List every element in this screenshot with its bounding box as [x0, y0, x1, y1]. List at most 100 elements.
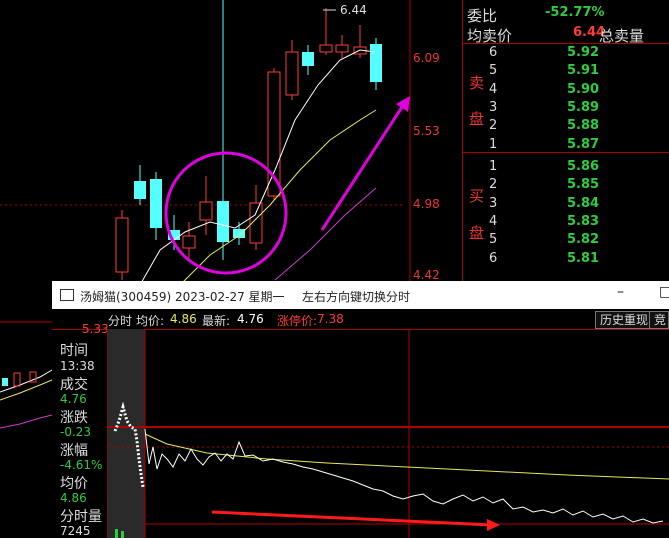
buy-row: 1 5.86 — [463, 159, 669, 176]
avgp-value: 4.86 — [60, 491, 87, 505]
intraday-popup[interactable]: 汤姆猫(300459) 2023-02-27 星期一 左右方向键切换分时 – □… — [52, 281, 669, 538]
change-value: -0.23 — [60, 425, 92, 439]
buy-price: 5.83 — [567, 213, 600, 229]
ratio-label: 委比 — [467, 7, 498, 25]
buy-row: 2 5.85 — [463, 177, 669, 194]
volume-bar — [115, 529, 118, 538]
buy-level: 1 — [489, 159, 498, 174]
sell-row: 3 5.89 — [463, 100, 669, 117]
buy-level: 6 — [489, 250, 498, 266]
price-tick: 4.98 — [413, 197, 440, 211]
sell-level: 6 — [489, 45, 498, 60]
sell-row: 4 5.90 — [463, 82, 669, 99]
buy-row: 6 5.81 — [463, 251, 669, 268]
buy-price: 5.85 — [567, 177, 600, 193]
annotation-arrow-head — [396, 96, 410, 112]
sell-price: 5.92 — [567, 45, 600, 60]
sell-price: 5.88 — [567, 118, 600, 134]
buy-level: 2 — [489, 177, 498, 193]
price-tick: 6.09 — [413, 51, 440, 65]
high-price-label: 6.44 — [340, 3, 367, 17]
vol-value: 7245 — [60, 524, 91, 538]
sell-level: 2 — [489, 118, 498, 134]
sell-level: 4 — [489, 81, 498, 97]
tab-intraday[interactable]: 分时 — [108, 312, 132, 329]
bid-button[interactable]: 竞 — [649, 311, 669, 329]
last-label: 最新: — [202, 314, 231, 328]
buy-level: 4 — [489, 213, 498, 229]
price-tick: 5.53 — [413, 124, 440, 138]
avg-sell-label: 均卖价 — [467, 27, 513, 45]
popup-titlebar[interactable]: 汤姆猫(300459) 2023-02-27 星期一 左右方向键切换分时 – □ — [52, 281, 669, 309]
buy-price: 5.82 — [567, 232, 600, 248]
sell-price: 5.91 — [567, 63, 600, 79]
candle — [217, 201, 229, 242]
sell-row: 1 5.87 — [463, 137, 669, 154]
annotation-arrow-head — [487, 519, 500, 531]
candle — [335, 44, 349, 53]
time-value: 13:38 — [60, 359, 95, 373]
maximize-button[interactable]: □ — [659, 284, 669, 300]
sell-row: 2 5.88 — [463, 118, 669, 135]
limit-label: 涨停价: — [277, 314, 318, 328]
avg-row: 均卖价 6.44 总卖量 — [463, 25, 669, 45]
annotation-arrow — [320, 103, 406, 231]
buy-level: 3 — [489, 195, 498, 211]
pct-label: 涨幅 — [60, 443, 88, 459]
candles — [115, 0, 382, 280]
pct-value: -4.61% — [60, 458, 103, 472]
sell-level: 5 — [489, 63, 498, 79]
vol-label: 分时量 — [60, 509, 102, 525]
popup-title: 汤姆猫(300459) 2023-02-27 星期一 — [80, 290, 285, 304]
candle — [233, 229, 245, 238]
history-replay-button[interactable]: 历史重现 — [595, 311, 654, 329]
volume-bar — [121, 531, 124, 538]
annotation-arrow — [211, 510, 493, 527]
minimize-button[interactable]: – — [617, 284, 624, 300]
buy-price: 5.86 — [567, 159, 600, 174]
candle — [319, 44, 333, 53]
buy-price: 5.84 — [567, 195, 600, 211]
buy-row: 4 5.83 — [463, 214, 669, 231]
ratio-row: 委比 -52.77% — [463, 5, 669, 25]
sell-price: 5.87 — [567, 136, 600, 152]
price-tick: 4.42 — [413, 268, 440, 282]
candle — [370, 44, 382, 82]
sell-level: 3 — [489, 99, 498, 115]
candle — [182, 235, 196, 249]
ratio-value: -52.77% — [545, 5, 605, 20]
intraday-chart[interactable] — [107, 329, 669, 538]
sell-level: 1 — [489, 136, 498, 152]
candle — [302, 52, 314, 66]
candle — [2, 378, 8, 386]
buy-price: 5.81 — [567, 250, 600, 266]
sell-row: 6 5.92 — [463, 45, 669, 62]
time-label: 时间 — [60, 343, 88, 359]
sell-price: 5.89 — [567, 99, 600, 115]
book-divider — [463, 152, 669, 153]
ma-left-pink — [0, 414, 53, 429]
candle — [199, 201, 213, 221]
ma20-line — [274, 187, 377, 281]
avg-value: 4.86 — [170, 312, 197, 326]
order-book: 委比 -52.77% 均卖价 6.44 总卖量 卖 盘 6 5.92 5 5.91 4 5… — [462, 0, 669, 285]
candle — [134, 181, 146, 199]
buy-row: 5 5.82 — [463, 232, 669, 249]
window-icon — [60, 289, 74, 301]
trade-value: 4.76 — [60, 392, 87, 406]
avgp-label: 均价 — [60, 476, 88, 492]
buy-level: 5 — [489, 232, 498, 248]
buy-row: 3 5.84 — [463, 196, 669, 213]
popup-infobar: 分时 均价: 4.86 最新: 4.76 涨停价: 7.38 历史重现 竞 — [52, 309, 669, 330]
candle — [115, 217, 129, 273]
pre-market-band — [107, 329, 145, 538]
ma5-line — [139, 49, 376, 286]
limit-value: 7.38 — [317, 312, 344, 326]
popup-hint: 左右方向键切换分时 — [302, 290, 411, 304]
candle — [150, 179, 162, 228]
info-column: 时间 13:38 成交 4.76 涨跌 -0.23 涨幅 -4.61% 均价 4… — [52, 329, 107, 538]
candle — [13, 372, 21, 387]
last-value: 4.76 — [237, 312, 264, 326]
avg-label: 均价: — [136, 314, 165, 328]
sell-row: 5 5.91 — [463, 63, 669, 80]
